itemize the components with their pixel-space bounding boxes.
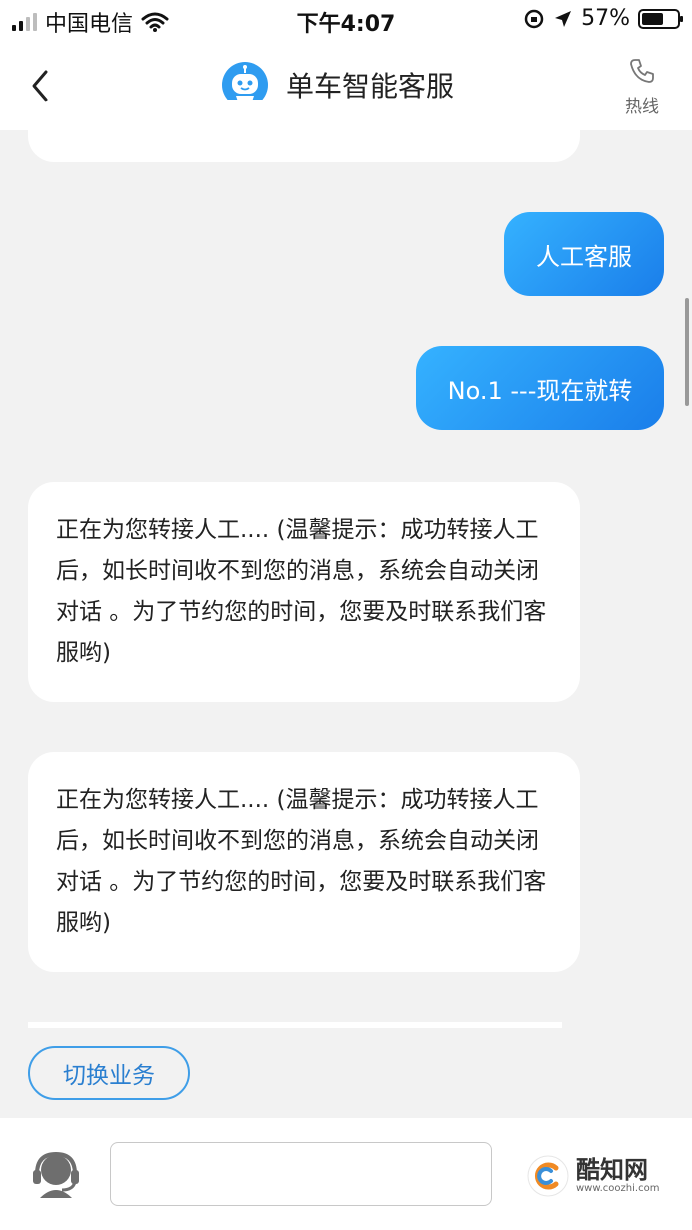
message-card-edge [28, 1022, 562, 1028]
watermark-url: www.coozhi.com [576, 1183, 660, 1194]
bot-message[interactable]: 正在为您转接人工.... (温馨提示：成功转接人工后，如长时间收不到您的消息，系… [28, 482, 580, 702]
bot-message[interactable]: 正在为您转接人工.... (温馨提示：成功转接人工后，如长时间收不到您的消息，系… [28, 752, 580, 972]
watermark-text: 酷知网 www.coozhi.com [576, 1157, 659, 1195]
user-message[interactable]: 人工客服 [504, 212, 664, 296]
user-message[interactable]: No.1 ---现在就转 [416, 346, 664, 430]
message-text: 人工客服 [536, 242, 632, 271]
watermark-name: 酷知网 [576, 1156, 648, 1184]
message-text: 正在为您转接人工.... (温馨提示：成功转接人工后，如长时间收不到您的消息，系… [56, 517, 547, 666]
bot-message-previous [28, 100, 580, 162]
composer-bar: 酷知网 www.coozhi.com [0, 1118, 692, 1230]
message-text: No.1 ---现在就转 [447, 376, 633, 405]
watermark-badge: 酷知网 www.coozhi.com [520, 1146, 668, 1206]
page-title: 单车智能客服 [286, 70, 455, 103]
location-icon [555, 10, 572, 27]
status-right: 57% [523, 6, 683, 31]
hotline-button[interactable]: 热线 [620, 56, 664, 117]
watermark-logo-icon [527, 1155, 569, 1197]
rotation-lock-icon [524, 9, 544, 28]
battery-icon [638, 8, 683, 29]
battery-percent: 57% [581, 6, 630, 31]
switch-business-label: 切换业务 [63, 1063, 155, 1089]
phone-icon [630, 59, 654, 83]
scrollbar[interactable] [685, 298, 689, 406]
status-bar: 中国电信 下午4:07 57% [0, 0, 692, 40]
human-agent-button[interactable] [28, 1146, 84, 1202]
message-input[interactable] [110, 1142, 492, 1206]
switch-business-button[interactable]: 切换业务 [28, 1046, 190, 1100]
headset-agent-icon [33, 1151, 79, 1198]
message-text: 正在为您转接人工.... (温馨提示：成功转接人工后，如长时间收不到您的消息，系… [56, 787, 547, 936]
hotline-label: 热线 [625, 97, 659, 117]
